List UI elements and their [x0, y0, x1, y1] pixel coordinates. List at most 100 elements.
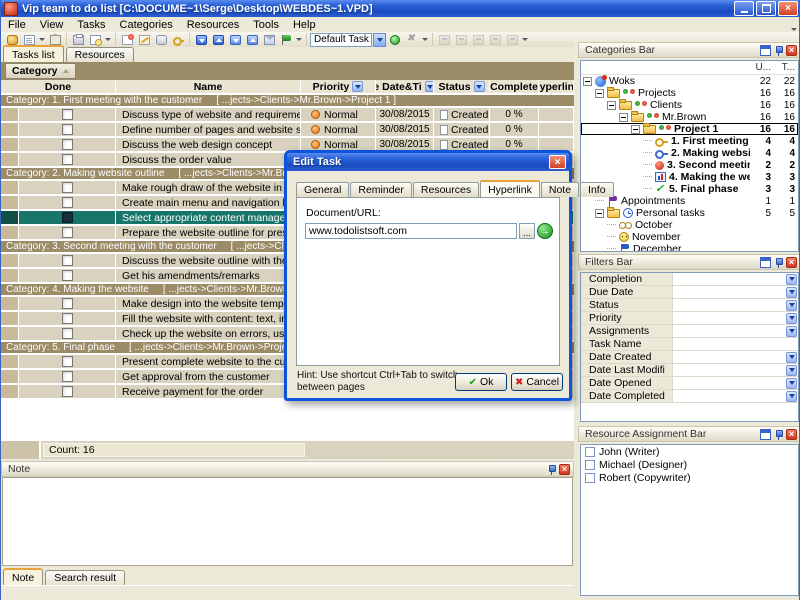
tree-node-personal-tasks[interactable]: Personal tasks55: [581, 207, 798, 219]
ok-button[interactable]: ✔ Ok: [455, 373, 507, 391]
filter-value[interactable]: [673, 312, 798, 324]
pin-icon[interactable]: [546, 464, 557, 475]
tree-node-october[interactable]: October: [581, 219, 798, 231]
collapse-icon[interactable]: [619, 113, 628, 122]
tree-node-december[interactable]: December: [581, 243, 798, 252]
delete-task-icon[interactable]: [153, 33, 169, 47]
filter-value[interactable]: [673, 377, 798, 389]
tree-node-project-1[interactable]: Project 11616: [581, 123, 798, 135]
print-preview-icon[interactable]: [87, 33, 103, 47]
tree-node-projects[interactable]: Projects1616: [581, 87, 798, 99]
dropdown-arrow-icon[interactable]: [786, 287, 797, 298]
task-keywords-icon[interactable]: [170, 33, 186, 47]
browse-button[interactable]: ...: [519, 223, 535, 239]
dialog-tab-resources[interactable]: Resources: [413, 182, 479, 197]
task-checkbox[interactable]: [62, 270, 73, 281]
dropdown-arrow-icon[interactable]: [786, 274, 797, 285]
task-checkbox[interactable]: [62, 154, 73, 165]
total-column-header[interactable]: T...: [774, 62, 798, 73]
bottom-tab-search-result[interactable]: Search result: [45, 570, 125, 585]
tree-node-3-second-meeting-with-the-c[interactable]: 3. Second meeting with the c22: [581, 159, 798, 171]
print-preview-caret-icon[interactable]: [104, 33, 112, 47]
move-down-icon[interactable]: [193, 33, 209, 47]
note-close-icon[interactable]: ×: [559, 464, 570, 475]
menu-file[interactable]: File: [1, 17, 33, 32]
menu-help[interactable]: Help: [286, 17, 323, 32]
tab-tasks-list[interactable]: Tasks list: [3, 45, 64, 62]
filter-value[interactable]: [673, 325, 798, 337]
float-panel-icon[interactable]: [760, 45, 771, 56]
filter-value[interactable]: [673, 364, 798, 376]
tree-node-woks[interactable]: Woks2222: [581, 75, 798, 87]
dropdown-arrow-icon[interactable]: [786, 365, 797, 376]
task-checkbox[interactable]: [62, 371, 73, 382]
task-checkbox[interactable]: [62, 356, 73, 367]
clear-filter-icon[interactable]: [404, 33, 420, 47]
open-url-button[interactable]: →: [537, 223, 553, 239]
filter-value[interactable]: [673, 286, 798, 298]
report-email-icon[interactable]: [487, 33, 503, 47]
resource-item[interactable]: Michael (Designer): [581, 458, 798, 471]
tree-node-2-making-website-outline[interactable]: 2. Making website outline44: [581, 147, 798, 159]
column-header-done[interactable]: Done: [1, 80, 116, 93]
category-group-button[interactable]: Category: [5, 63, 76, 79]
task-checkbox[interactable]: [62, 109, 73, 120]
tree-node-1-first-meeting-with-the-cust[interactable]: 1. First meeting with the cust44: [581, 135, 798, 147]
float-panel-icon[interactable]: [760, 429, 771, 440]
dropdown-arrow-icon[interactable]: [786, 300, 797, 311]
float-panel-icon[interactable]: [760, 257, 771, 268]
tree-node-november[interactable]: November: [581, 231, 798, 243]
report-settings-icon[interactable]: [504, 33, 520, 47]
edit-task-icon[interactable]: [136, 33, 152, 47]
pin-icon[interactable]: [773, 257, 784, 268]
tree-node-4-making-the-website[interactable]: 4. Making the website33: [581, 171, 798, 183]
column-header-status[interactable]: Status: [434, 80, 490, 93]
resource-item[interactable]: John (Writer): [581, 445, 798, 458]
column-header-priority[interactable]: Priority: [301, 80, 376, 93]
dropdown-arrow-icon[interactable]: [786, 326, 797, 337]
flag-caret-icon[interactable]: [295, 33, 303, 47]
filters-close-icon[interactable]: ×: [786, 257, 797, 268]
dialog-tab-reminder[interactable]: Reminder: [350, 182, 412, 197]
resource-checkbox[interactable]: [585, 460, 595, 470]
dialog-tab-note[interactable]: Note: [541, 182, 579, 197]
filter-value[interactable]: [673, 273, 798, 285]
task-row[interactable]: Define number of pages and website struc…: [1, 123, 574, 138]
collapse-icon[interactable]: [607, 101, 616, 110]
dialog-tab-general[interactable]: General: [296, 182, 349, 197]
task-checkbox[interactable]: [62, 255, 73, 266]
document-url-input[interactable]: [305, 223, 517, 239]
move-up-icon[interactable]: [210, 33, 226, 47]
task-checkbox[interactable]: [62, 182, 73, 193]
menu-view[interactable]: View: [33, 17, 71, 32]
task-checkbox[interactable]: [62, 212, 73, 223]
collapse-icon[interactable]: [595, 89, 604, 98]
collapse-icon[interactable]: [583, 77, 592, 86]
uncompleted-column-header[interactable]: U...: [750, 62, 774, 73]
categories-close-icon[interactable]: ×: [786, 45, 797, 56]
column-header-name[interactable]: Name: [116, 80, 301, 93]
resource-checkbox[interactable]: [585, 473, 595, 483]
column-header-hyperlink[interactable]: Hyperlink: [539, 80, 574, 93]
restore-button[interactable]: [756, 1, 776, 16]
tree-node-clients[interactable]: Clients1616: [581, 99, 798, 111]
note-editor[interactable]: [2, 477, 573, 566]
filter-value[interactable]: [673, 299, 798, 311]
cancel-button[interactable]: ✖ Cancel: [511, 373, 563, 391]
report-print-icon[interactable]: [436, 33, 452, 47]
filter-value[interactable]: [673, 390, 798, 402]
print-icon[interactable]: [70, 33, 86, 47]
collapse-icon[interactable]: [595, 209, 604, 218]
collapse-all-icon[interactable]: [244, 33, 260, 47]
filter-value[interactable]: [673, 338, 798, 350]
dropdown-arrow-icon[interactable]: [786, 313, 797, 324]
task-checkbox[interactable]: [62, 386, 73, 397]
menu-tools[interactable]: Tools: [246, 17, 286, 32]
filter-arrow-icon[interactable]: [474, 81, 485, 92]
menu-tasks[interactable]: Tasks: [70, 17, 112, 32]
assign-resources-icon[interactable]: [387, 33, 403, 47]
task-checkbox[interactable]: [62, 124, 73, 135]
pin-icon[interactable]: [773, 429, 784, 440]
new-task-icon[interactable]: [119, 33, 135, 47]
flag-icon[interactable]: [278, 33, 294, 47]
